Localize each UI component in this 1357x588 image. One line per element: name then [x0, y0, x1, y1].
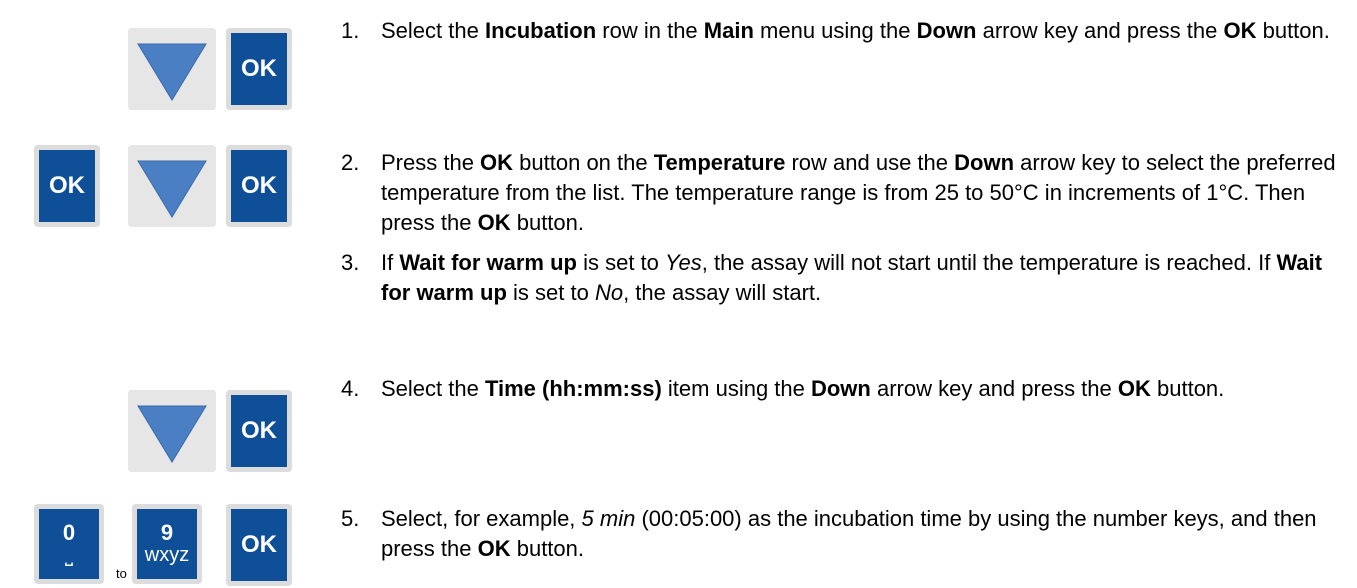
step-text-run: is set to: [576, 250, 666, 275]
bold-term: Down: [810, 376, 871, 401]
down-arrow-key-icon: [128, 390, 216, 472]
step-text-run: Press the: [381, 150, 481, 175]
step-text: 5. Select, for example, 5 min (00:05:00) …: [341, 504, 1351, 564]
bold-term: Temperature: [653, 150, 786, 175]
step-text-run: is set to: [506, 280, 595, 305]
down-arrow-key-icon: [128, 145, 216, 227]
step-2: 2. Press the OK button on the Temperature…: [341, 148, 1351, 238]
nine-key-icon: 9 wxyz: [132, 504, 202, 584]
step-text-run: row and use the: [785, 150, 955, 175]
step-number: 3.: [341, 250, 360, 275]
bold-term: Down: [916, 18, 977, 43]
ok-key-icon: OK: [34, 145, 100, 227]
ok-key-icon: OK: [226, 28, 292, 110]
bold-term: OK: [477, 536, 511, 561]
step-text-run: If: [381, 250, 400, 275]
bold-term: Main: [703, 18, 754, 43]
step-text-run: Select, for example,: [381, 506, 582, 531]
step-5: 5. Select, for example, 5 min (00:05:00) …: [341, 504, 1351, 564]
ok-key-label: OK: [231, 150, 287, 222]
step-text-run: , the assay will not start until the tem…: [701, 250, 1277, 275]
step-number: 4.: [341, 376, 360, 401]
step-text: 4. Select the Time (hh:mm:ss) item using …: [341, 374, 1351, 404]
step-text-run: button.: [510, 210, 584, 235]
bold-term: OK: [477, 210, 511, 235]
bold-term: OK: [1223, 18, 1257, 43]
ok-key-label: OK: [231, 33, 287, 105]
ok-key-label: OK: [231, 509, 287, 581]
bold-term: Wait for warm up: [399, 250, 577, 275]
step-text: 3. If Wait for warm up is set to Yes, the…: [341, 248, 1351, 308]
italic-value: No: [594, 280, 624, 305]
step-text-run: button.: [1256, 18, 1330, 43]
ok-key-icon: OK: [226, 145, 292, 227]
to-label: to: [116, 566, 127, 581]
step-text-run: button.: [1150, 376, 1225, 401]
step-text: 1. Select the Incubation row in the Main …: [341, 16, 1351, 46]
step-text-run: button on the: [513, 150, 654, 175]
down-arrow-key-icon: [128, 28, 216, 110]
step-text-run: arrow key and press the: [870, 376, 1118, 401]
zero-key-space: ⎵: [65, 544, 73, 566]
step-number: 5.: [341, 506, 360, 531]
ok-key-icon: OK: [226, 504, 292, 586]
bold-term: Time (hh:mm:ss): [484, 376, 662, 401]
ok-key-icon: OK: [226, 390, 292, 472]
step-4: 4. Select the Time (hh:mm:ss) item using …: [341, 374, 1351, 404]
step-number: 2.: [341, 150, 360, 175]
bold-term: OK: [480, 150, 514, 175]
step-text-run: button.: [510, 536, 584, 561]
nine-key-letters: wxyz: [144, 544, 190, 566]
step-text-run: item using the: [661, 376, 811, 401]
bold-term: Down: [954, 150, 1015, 175]
step-number: 1.: [341, 18, 360, 43]
step-text-run: menu using the: [753, 18, 917, 43]
bold-term: OK: [1117, 376, 1151, 401]
ok-key-label: OK: [231, 395, 287, 467]
step-text-run: Select the: [381, 376, 485, 401]
step-text: 2. Press the OK button on the Temperature…: [341, 148, 1351, 238]
step-3: 3. If Wait for warm up is set to Yes, the…: [341, 248, 1351, 308]
step-1: 1. Select the Incubation row in the Main …: [341, 16, 1351, 46]
step-text-run: Select the: [381, 18, 485, 43]
zero-key-digit: 0: [62, 520, 76, 545]
step-text-run: , the assay will start.: [623, 280, 822, 305]
step-text-run: row in the: [596, 18, 704, 43]
nine-key-digit: 9: [160, 520, 174, 545]
bold-term: Incubation: [484, 18, 597, 43]
zero-key-icon: 0 ⎵: [34, 504, 104, 584]
step-text-run: arrow key and press the: [976, 18, 1224, 43]
italic-value: Yes: [665, 250, 702, 275]
ok-key-label: OK: [39, 150, 95, 222]
italic-value: 5 min: [581, 506, 636, 531]
